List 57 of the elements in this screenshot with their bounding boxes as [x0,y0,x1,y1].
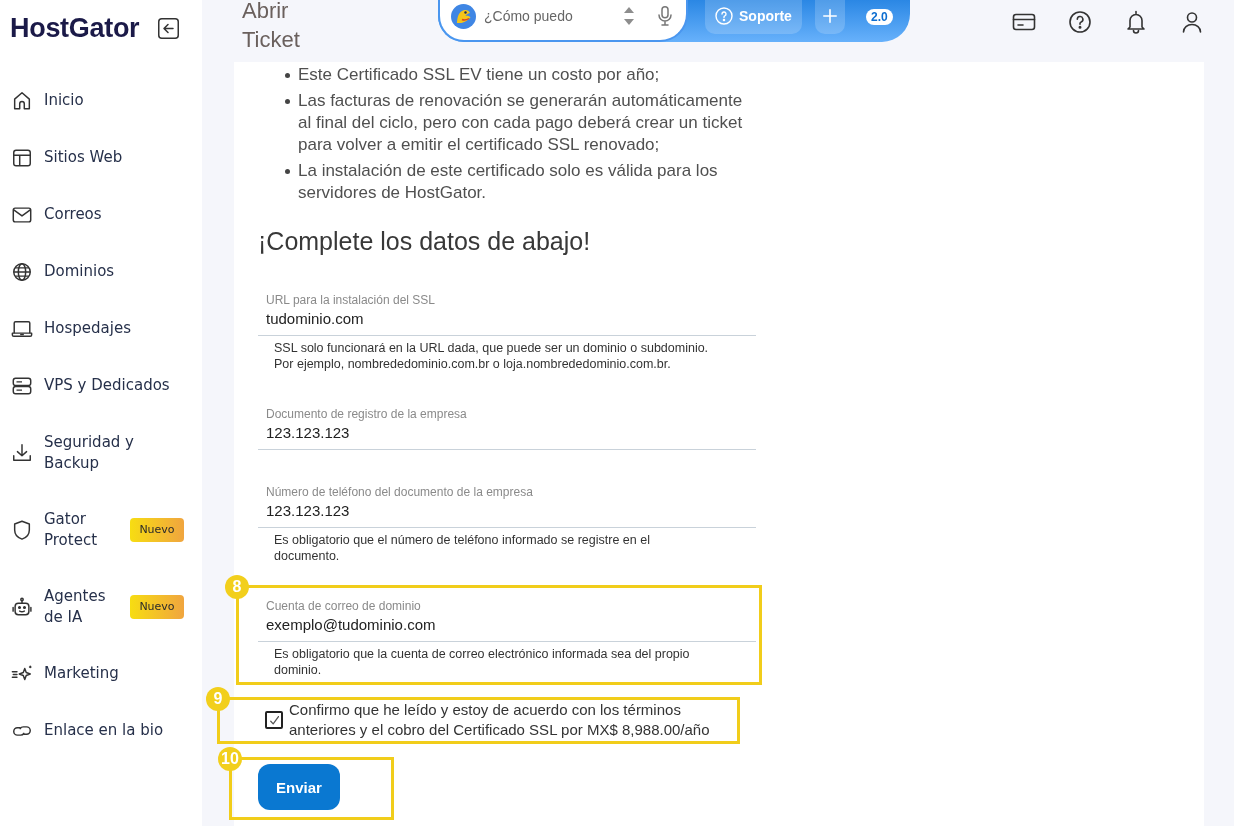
globe-icon [11,260,33,283]
nav-item[interactable]: Hospedajes [0,300,194,357]
microphone-icon[interactable] [658,6,672,26]
nav-item[interactable]: Gator Protect Nuevo [0,491,194,568]
collapse-icon[interactable] [158,17,179,39]
new-tag: Nuevo [130,517,184,542]
download-icon [11,441,33,464]
helper-text: Es obligatorio que el número de teléfono informado se registre en el documento. [274,532,651,564]
step-marker: 9 [206,687,230,711]
section-heading: ¡Complete los datos de abajo! [258,226,592,256]
server-icon [11,374,33,397]
field-label: URL para la instalación del SSL [265,292,436,308]
bullet-text: La instalación de este certificado solo es válida para los servidores de HostGator. [298,160,719,204]
nav-item[interactable]: Marketing [0,645,194,702]
logo: HostGator [10,12,140,44]
sort-arrows-icon[interactable] [624,7,634,25]
shield-icon [11,518,33,541]
bullet-dot-icon [285,169,290,174]
robot-icon [11,595,33,618]
text-field[interactable]: exemplo@tudominio.com [258,614,756,642]
new-tag: Nuevo [130,594,184,619]
bullet-dot-icon [285,99,290,104]
help-icon [715,7,733,25]
version-badge: 2.0 [866,9,893,25]
layout-icon [11,146,33,169]
bell-icon[interactable] [1124,10,1148,34]
text-field[interactable]: tudominio.com [258,308,756,336]
bullet-text: Este Certificado SSL EV tiene un costo por año; [298,64,661,86]
field-label: Número de teléfono del documento de la empresa [265,484,534,500]
agreement-text: Confirmo que he leído y estoy de acuerdo con los términos anteriores y el cobro del Certificado SSL por MX$ 8,988.00/año [289,700,711,740]
helper-text: Es obligatorio que la cuenta de correo electrónico informada sea del propio dominio. [274,646,691,678]
nav-item[interactable]: Agentes de IA Nuevo [0,568,194,645]
nav-item[interactable]: Enlace en la bio [0,702,194,759]
home-icon [11,89,33,112]
nav-item[interactable]: VPS y Dedicados [0,357,194,414]
nav-item[interactable]: Dominios [0,243,194,300]
text-field[interactable]: 123.123.123 [258,422,756,450]
field-label: Documento de registro de la empresa [265,406,468,422]
helper-text: SSL solo funcionará en la URL dada, que puede ser un dominio o subdominio. Por ejemplo, nombrededominio.com.br o loja.nombrededominio.com.br. [274,340,710,372]
plus-icon [823,9,837,23]
page-title: Abrir Ticket [242,0,301,54]
text-field[interactable]: 123.123.123 [258,500,756,528]
mascot-icon [451,3,476,29]
step-marker: 10 [218,747,242,771]
help-icon[interactable] [1068,10,1092,34]
bullet-dot-icon [285,73,290,78]
checkbox[interactable] [265,711,283,729]
bullet-text: Las facturas de renovación se generarán automáticamente al final del ciclo, pero con cada pago deberá crear un ticket para volver a emitir el certificado SSL renovado; [298,90,744,156]
step-marker: 8 [225,575,249,599]
nav-item[interactable]: Correos [0,186,194,243]
nav-item[interactable]: Inicio [0,72,194,129]
user-icon[interactable] [1180,10,1204,34]
field-label: Cuenta de correo de dominio [265,598,422,614]
submit-button[interactable]: Enviar [258,764,340,810]
nav-item[interactable]: Sitios Web [0,129,194,186]
checkmark-icon [269,715,279,725]
nav-item[interactable]: Seguridad y Backup [0,414,194,491]
